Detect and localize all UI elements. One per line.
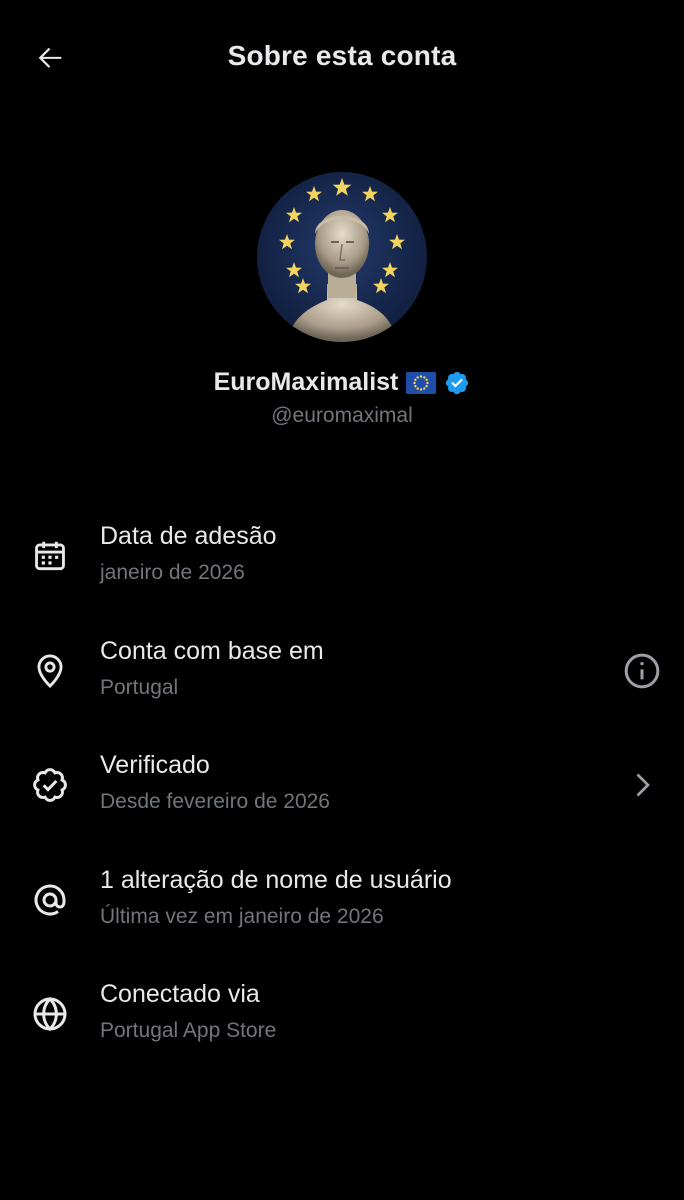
row-username-changes: 1 alteração de nome de usuário Última ve…: [0, 844, 684, 959]
avatar[interactable]: [257, 172, 427, 342]
profile-handle: @euromaximal: [271, 404, 413, 427]
row-subtitle: Portugal: [100, 675, 179, 699]
row-account-based-in: Conta com base em Portugal: [0, 615, 684, 730]
avatar-image: [257, 172, 427, 342]
row-verified[interactable]: Verificado Desde fevereiro de 2026: [0, 729, 684, 844]
info-icon[interactable]: [620, 649, 664, 693]
profile-name-row: EuroMaximalist: [0, 368, 684, 397]
account-info-list: Data de adesão janeiro de 2026 Conta com…: [0, 500, 684, 1073]
eu-flag-icon: [406, 371, 437, 394]
row-title: Conectado via: [100, 980, 260, 1008]
calendar-icon: [28, 534, 72, 578]
verified-outline-icon: [28, 763, 72, 807]
location-pin-icon: [28, 649, 72, 693]
profile-display-name: EuroMaximalist: [213, 368, 399, 396]
row-title: Data de adesão: [100, 522, 277, 550]
row-join-date: Data de adesão janeiro de 2026: [0, 500, 684, 615]
row-title: 1 alteração de nome de usuário: [100, 865, 452, 894]
chevron-right-icon[interactable]: [620, 763, 664, 807]
row-title: Verificado: [100, 751, 210, 779]
page-title: Sobre esta conta: [227, 40, 457, 71]
globe-icon: [28, 992, 72, 1036]
row-subtitle: Portugal App Store: [100, 1019, 277, 1042]
row-subtitle: janeiro de 2026: [100, 561, 245, 584]
row-connected-via: Conectado via Portugal App Store: [0, 958, 684, 1073]
row-title: Conta com base em: [100, 636, 324, 665]
row-subtitle: Última vez em janeiro de 2026: [100, 904, 384, 928]
at-sign-icon: [28, 878, 72, 922]
row-subtitle: Desde fevereiro de 2026: [100, 790, 330, 813]
verified-badge-icon[interactable]: [444, 370, 470, 396]
top-bar: Sobre esta conta: [0, 0, 684, 116]
